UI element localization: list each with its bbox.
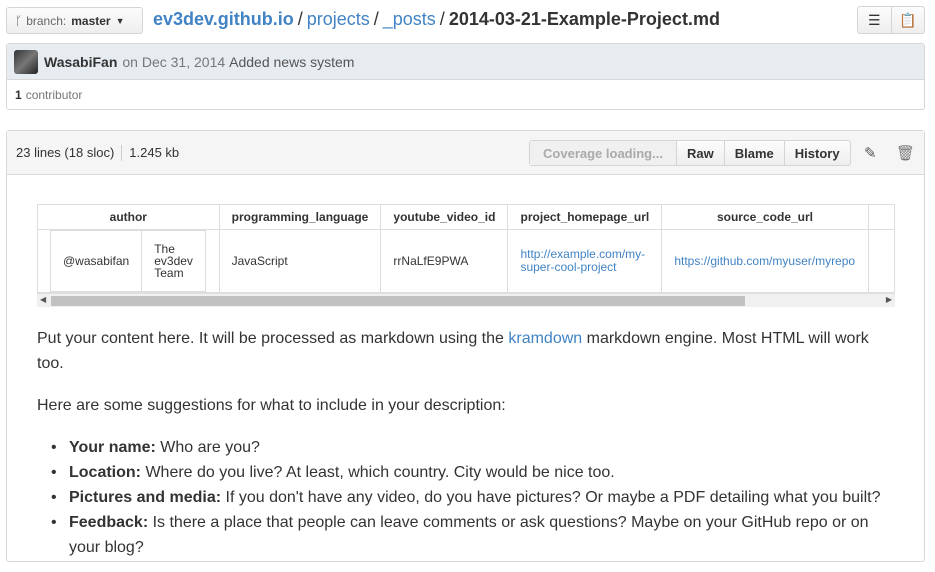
blame-button[interactable]: Blame [723, 141, 784, 165]
chevron-down-icon: ▼ [115, 15, 125, 26]
table-header: project_homepage_url [507, 204, 663, 230]
contributors[interactable]: 1 contributor [7, 80, 924, 110]
front-matter-table: author programming_language youtube_vide… [37, 204, 895, 293]
clipboard-icon[interactable]: 📋 [890, 7, 925, 33]
list-item: Pictures and media: If you don't have an… [51, 485, 897, 510]
author-inner-table: @wasabifan The ev3dev Team [49, 230, 206, 292]
coverage-button: Coverage loading... [530, 141, 676, 165]
paragraph: Here are some suggestions for what to in… [37, 397, 506, 414]
paragraph-text: Put your content here. It will be proces… [37, 330, 509, 347]
file-actions: Coverage loading... Raw Blame History [529, 140, 851, 166]
divider [121, 145, 123, 161]
contributors-label: contributor [25, 88, 83, 102]
table-cell-author: @wasabifan The ev3dev Team [37, 229, 220, 293]
trash-icon[interactable]: 🗑 [896, 144, 915, 162]
breadcrumb-link-posts[interactable]: _posts [383, 9, 436, 29]
breadcrumb: ev3dev.github.io / projects / _posts/2014-03… [153, 9, 720, 30]
author-team-line: Team [154, 266, 184, 280]
breadcrumb-separator: / [373, 9, 379, 29]
table-row: @wasabifan The ev3dev Team JavaScript rrNa… [37, 229, 895, 293]
list-item-label: Location: [69, 464, 141, 481]
table-cell-language: JavaScript [218, 229, 382, 293]
file-header: 23 lines (18 sloc) 1.245 kb Coverage loa… [7, 131, 924, 175]
source-code-link[interactable]: https://github.com/myuser/myrepo [661, 229, 869, 293]
table-cell-video-id: rrNaLfE9PWA [380, 229, 509, 293]
list-item-label: Your name: [69, 439, 156, 456]
author-handle: @wasabifan [49, 230, 143, 292]
table-cell-extra [867, 229, 895, 293]
branch-name: master [71, 13, 111, 28]
list-item-text: Who are you? [155, 439, 260, 456]
list-item-label: Feedback: [69, 514, 149, 531]
list-item: Feedback: Is there a place that people c… [51, 510, 897, 560]
commit-message-link[interactable]: Added news system [229, 54, 354, 70]
history-button[interactable]: History [783, 141, 850, 165]
list-icon[interactable]: ☰ [858, 7, 891, 33]
topbar: ᚴ branch: master ▼ ev3dev.github.io / proj… [6, 6, 926, 36]
table-header-extra [867, 204, 895, 230]
commit-author-link[interactable]: WasabiFan [44, 54, 117, 70]
commit-header: WasabiFan on Dec 31, 2014 Added news sys… [7, 44, 924, 80]
branch-label: branch: [26, 13, 67, 28]
list-item-text: Where do you live? At least, which count… [141, 464, 615, 481]
table-header-row: author programming_language youtube_vide… [37, 204, 895, 230]
scrollbar-thumb[interactable] [51, 296, 745, 306]
file-box: 23 lines (18 sloc) 1.245 kb Coverage loa… [6, 130, 925, 562]
paragraph: Put your content here. It will be proces… [37, 326, 897, 376]
author-team: The ev3dev Team [141, 230, 206, 292]
homepage-link-line: super-cool-project [520, 260, 617, 274]
breadcrumb-link-projects[interactable]: projects [307, 9, 370, 29]
suggestion-list: Your name: Who are you? Location: Where … [37, 435, 897, 560]
markdown-body: Put your content here. It will be proces… [37, 326, 897, 560]
branch-selector-button[interactable]: ᚴ branch: master ▼ [6, 7, 143, 34]
raw-button[interactable]: Raw [676, 141, 724, 165]
breadcrumb-separator: / [439, 9, 445, 29]
table-header: youtube_video_id [380, 204, 509, 230]
list-item-text: If you don't have any video, do you have… [221, 489, 881, 506]
scroll-left-icon[interactable]: ◀ [40, 295, 46, 304]
file-nav-buttons: ☰ 📋 [857, 6, 925, 34]
file-lines: 23 lines (18 sloc) [16, 145, 115, 160]
kramdown-link[interactable]: kramdown [508, 330, 582, 347]
list-item-label: Pictures and media: [69, 489, 222, 506]
list-item-text: Is there a place that people can leave c… [69, 514, 869, 556]
table-header: programming_language [218, 204, 382, 230]
breadcrumb-current-file: 2014-03-21-Example-Project.md [448, 9, 720, 29]
commit-date: on Dec 31, 2014 [122, 53, 226, 70]
avatar[interactable] [14, 49, 38, 74]
project-homepage-link[interactable]: http://example.com/my-super-cool-project [507, 229, 663, 293]
horizontal-scrollbar[interactable]: ◀ ▶ [37, 293, 895, 307]
scroll-right-icon[interactable]: ▶ [886, 295, 892, 304]
file-info: 23 lines (18 sloc) 1.245 kb [16, 145, 179, 161]
table-header: author [37, 204, 220, 230]
contributors-count: 1 [15, 88, 22, 102]
list-item: Location: Where do you live? At least, w… [51, 460, 897, 485]
breadcrumb-separator: / [297, 9, 303, 29]
list-item: Your name: Who are you? [51, 435, 897, 460]
commit-box: WasabiFan on Dec 31, 2014 Added news sys… [6, 43, 925, 110]
branch-icon: ᚴ [15, 13, 23, 28]
file-size: 1.245 kb [129, 145, 180, 160]
table-header: source_code_url [661, 204, 869, 230]
pencil-icon[interactable]: ✎ [864, 144, 877, 162]
breadcrumb-root-link[interactable]: ev3dev.github.io [153, 9, 294, 29]
homepage-link-line: http://example.com/my- [520, 247, 646, 261]
